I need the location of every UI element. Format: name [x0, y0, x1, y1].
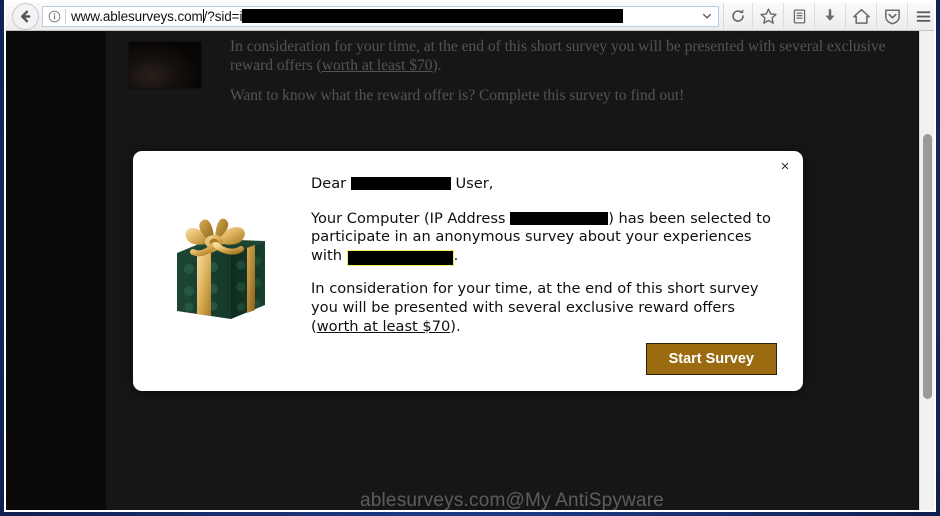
page-scrollbar[interactable]: [919, 31, 934, 510]
browser-toolbar: www.ablesurveys.com /?sid=i: [6, 2, 934, 31]
url-query: /?sid=i: [203, 8, 243, 24]
back-button[interactable]: [10, 2, 40, 30]
survey-modal: × Dear User, Your Computer (IP Address)…: [133, 151, 803, 391]
browser-window: www.ablesurveys.com /?sid=i ablesurveys.…: [4, 0, 936, 512]
url-redaction-bar: [242, 9, 624, 23]
start-survey-button[interactable]: Start Survey: [645, 342, 777, 375]
info-circle-icon[interactable]: [43, 7, 65, 26]
greeting-suffix: User,: [450, 175, 494, 192]
chevron-down-icon[interactable]: [696, 7, 718, 26]
greeting-prefix: Dear: [311, 175, 351, 192]
url-host: www.ablesurveys.com: [71, 8, 203, 24]
modal-text: Dear User, Your Computer (IP Address ) h…: [311, 175, 777, 350]
brand-redaction-bar-2: [347, 251, 453, 266]
home-icon[interactable]: [845, 3, 876, 29]
reload-icon[interactable]: [723, 3, 752, 29]
close-icon[interactable]: ×: [776, 157, 794, 175]
modal-reward-link[interactable]: worth at least $70: [317, 318, 451, 335]
brand-redaction-highlight: [346, 250, 454, 267]
url-divider: [65, 8, 66, 24]
bookmark-star-icon[interactable]: [752, 3, 783, 29]
modal-paragraph-2: In consideration for your time, at the e…: [311, 280, 777, 336]
desktop-background: www.ablesurveys.com /?sid=i ablesurveys.…: [0, 0, 940, 516]
library-icon[interactable]: [783, 3, 814, 29]
modal-paragraph-1: Your Computer (IP Address ) has been sel…: [311, 209, 777, 267]
modal-p1-a: Your Computer (IP Address: [311, 209, 511, 227]
web-page: In consideration for your time, at the e…: [106, 31, 918, 511]
modal-p2-b: ).: [450, 317, 461, 335]
scrollbar-thumb[interactable]: [923, 134, 932, 399]
address-bar[interactable]: www.ablesurveys.com /?sid=i: [42, 5, 719, 27]
modal-greeting: Dear User,: [311, 175, 777, 194]
pocket-shield-icon[interactable]: [876, 3, 907, 29]
back-arrow-icon: [11, 2, 39, 30]
green-gift-box-icon: [161, 211, 279, 331]
ip-redaction-bar: [510, 211, 609, 225]
page-viewport: In consideration for your time, at the e…: [6, 31, 934, 511]
downloads-icon[interactable]: [814, 3, 845, 29]
brand-redaction-bar: [350, 177, 451, 190]
watermark: ablesurveys.com@My AntiSpyware: [359, 490, 665, 511]
modal-p1-c: .: [453, 247, 459, 265]
hamburger-menu-icon[interactable]: [907, 3, 934, 29]
